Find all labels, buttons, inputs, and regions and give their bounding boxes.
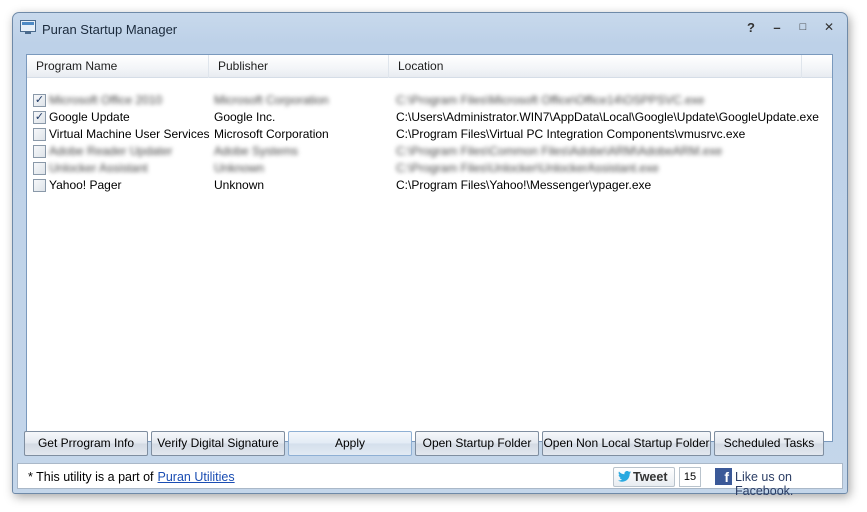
table-row[interactable]: Virtual Machine User Services Microsoft C… — [27, 126, 832, 143]
row-location: C:\Program Files\Virtual PC Integration … — [396, 127, 746, 141]
minimize-button[interactable]: – — [765, 17, 789, 37]
table-row[interactable]: ✓ Microsoft Office 2010 Microsoft Corporat… — [27, 92, 832, 109]
row-program-name: Yahoo! Pager — [49, 178, 122, 192]
close-button[interactable]: ✕ — [817, 17, 841, 37]
row-publisher: Unknown — [214, 161, 265, 175]
app-icon — [20, 20, 36, 34]
row-checkbox[interactable]: ✓ — [33, 111, 46, 124]
row-location: C:\Program Files\Unlocker\UnlockerAssist… — [396, 161, 659, 175]
table-row[interactable]: Adobe Reader Updater Adobe Systems C:\Prog… — [27, 143, 832, 160]
scheduled-tasks-button[interactable]: Scheduled Tasks — [714, 431, 824, 456]
row-publisher: Unknown — [214, 178, 265, 192]
row-checkbox[interactable] — [33, 128, 46, 141]
column-header-publisher[interactable]: Publisher — [209, 55, 389, 78]
apply-button[interactable]: Apply — [288, 431, 412, 456]
list-rows: ✓ Microsoft Office 2010 Microsoft Corporat… — [27, 92, 832, 194]
tweet-button[interactable]: Tweet — [613, 467, 675, 487]
row-checkbox[interactable]: ✓ — [33, 94, 46, 107]
table-row[interactable]: ✓ Google Update Google Inc. C:\Users\Admini… — [27, 109, 832, 126]
row-publisher: Microsoft Corporation — [214, 127, 329, 141]
title-bar[interactable]: Puran Startup Manager ? – □ ✕ — [13, 13, 847, 43]
facebook-like-link[interactable]: Like us on Facebook. — [735, 470, 842, 498]
row-publisher: Google Inc. — [214, 110, 276, 124]
row-location: C:\Program Files\Yahoo!\Messenger\ypager… — [396, 178, 652, 192]
row-checkbox[interactable] — [33, 145, 46, 158]
help-button[interactable]: ? — [739, 17, 763, 37]
row-publisher: Microsoft Corporation — [214, 93, 329, 107]
row-publisher: Adobe Systems — [214, 144, 299, 158]
open-non-local-startup-folder-button[interactable]: Open Non Local Startup Folder — [542, 431, 711, 456]
status-text: * This utility is a part of — [28, 470, 154, 484]
column-header-location[interactable]: Location — [389, 55, 802, 78]
status-bar: * This utility is a part of Puran Utiliti… — [17, 463, 843, 498]
app-window: Puran Startup Manager ? – □ ✕ Program Na… — [12, 12, 848, 498]
maximize-button[interactable]: □ — [791, 17, 815, 37]
row-checkbox[interactable] — [33, 162, 46, 175]
row-program-name: Adobe Reader Updater — [49, 144, 173, 158]
window-title: Puran Startup Manager — [42, 22, 178, 37]
verify-signature-button[interactable]: Verify Digital Signature — [151, 431, 285, 456]
row-location: C:\Program Files\Microsoft Office\Office… — [396, 93, 705, 107]
row-program-name: Google Update — [49, 110, 130, 124]
row-location: C:\Program Files\Common Files\Adobe\ARM\… — [396, 144, 723, 158]
table-row[interactable]: Yahoo! Pager Unknown C:\Program Files\Yaho… — [27, 177, 832, 194]
row-program-name: Unlocker Assistant — [49, 161, 148, 175]
open-startup-folder-button[interactable]: Open Startup Folder — [415, 431, 539, 456]
get-program-info-button[interactable]: Get Prrogram Info — [24, 431, 148, 456]
tweet-label: Tweet — [633, 470, 668, 484]
puran-utilities-link[interactable]: Puran Utilities — [158, 470, 235, 484]
status-text-wrap: * This utility is a part of Puran Utiliti… — [28, 470, 235, 484]
row-location: C:\Users\Administrator.WIN7\AppData\Loca… — [396, 110, 819, 124]
facebook-icon[interactable]: f — [715, 468, 732, 485]
row-program-name: Microsoft Office 2010 — [49, 93, 163, 107]
table-row[interactable]: Unlocker Assistant Unknown C:\Program File… — [27, 160, 832, 177]
twitter-bird-icon — [618, 471, 631, 482]
list-header: Program Name Publisher Location — [27, 55, 832, 78]
row-checkbox[interactable] — [33, 179, 46, 192]
column-header-program[interactable]: Program Name — [27, 55, 209, 78]
tweet-count: 15 — [679, 467, 701, 487]
row-program-name: Virtual Machine User Services — [49, 127, 210, 141]
startup-list[interactable]: Program Name Publisher Location ✓ Microso… — [26, 54, 833, 442]
